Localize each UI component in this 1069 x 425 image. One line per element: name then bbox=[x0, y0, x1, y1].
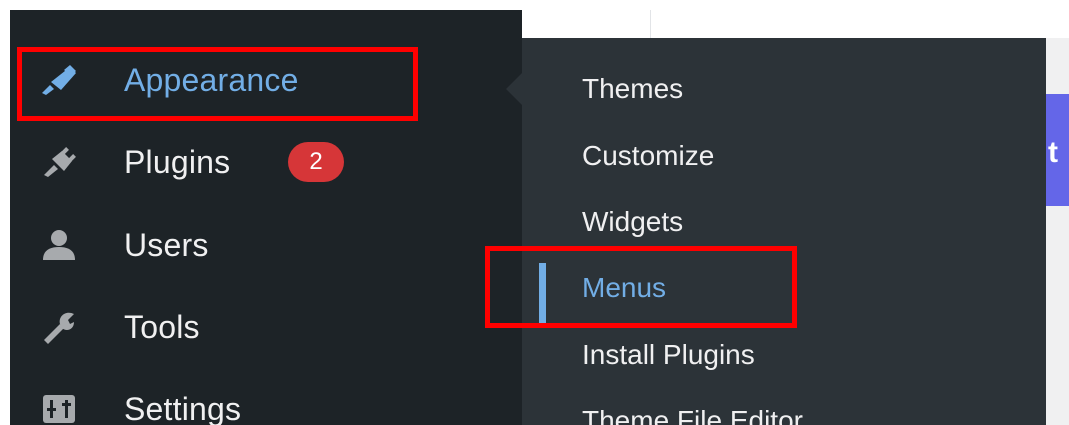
current-item-marker bbox=[539, 263, 546, 325]
wrench-icon bbox=[40, 308, 78, 346]
submenu-item-label: Install Plugins bbox=[582, 339, 755, 370]
flyout-pointer bbox=[506, 73, 522, 105]
appearance-submenu: Themes Customize Widgets Menus Install P… bbox=[522, 38, 1046, 425]
submenu-item-install-plugins[interactable]: Install Plugins bbox=[522, 330, 1046, 380]
sidebar-item-label: Tools bbox=[124, 308, 200, 345]
submenu-item-themes[interactable]: Themes bbox=[522, 64, 1046, 114]
content-divider bbox=[650, 10, 651, 38]
submenu-item-label: Theme File Editor bbox=[582, 405, 803, 425]
submenu-item-menus[interactable]: Menus bbox=[522, 263, 1046, 325]
submenu-item-label: Customize bbox=[582, 140, 715, 171]
sidebar-item-appearance[interactable]: Appearance bbox=[10, 50, 522, 110]
content-header bbox=[522, 10, 1069, 38]
sidebar-item-plugins[interactable]: Plugins 2 bbox=[10, 132, 522, 192]
submenu-item-customize[interactable]: Customize bbox=[522, 131, 1046, 181]
submenu-item-label: Menus bbox=[582, 272, 667, 303]
admin-screen: t Appearance Plugins 2 Users Tools Setti… bbox=[10, 10, 1069, 425]
sidebar-item-label: Settings bbox=[124, 390, 242, 425]
sidebar-item-label: Appearance bbox=[124, 61, 299, 98]
sidebar-item-settings[interactable]: Settings bbox=[10, 379, 522, 425]
settings-sliders-icon bbox=[40, 390, 78, 425]
submenu-item-label: Widgets bbox=[582, 206, 684, 237]
sidebar-item-label: Plugins bbox=[124, 143, 231, 180]
sidebar-item-tools[interactable]: Tools bbox=[10, 297, 522, 357]
admin-sidebar: Appearance Plugins 2 Users Tools Setting… bbox=[10, 10, 522, 425]
content-button-edge[interactable]: t bbox=[1046, 94, 1069, 206]
plugin-icon bbox=[40, 143, 78, 181]
sidebar-item-users[interactable]: Users bbox=[10, 215, 522, 275]
user-icon bbox=[40, 226, 78, 264]
sidebar-item-label: Users bbox=[124, 226, 209, 263]
paintbrush-icon bbox=[40, 61, 78, 99]
submenu-item-theme-file-editor[interactable]: Theme File Editor bbox=[522, 396, 1046, 425]
submenu-item-label: Themes bbox=[582, 73, 684, 104]
submenu-item-widgets[interactable]: Widgets bbox=[522, 197, 1046, 247]
update-count-badge: 2 bbox=[288, 142, 344, 182]
content-button-text: t bbox=[1048, 136, 1058, 169]
